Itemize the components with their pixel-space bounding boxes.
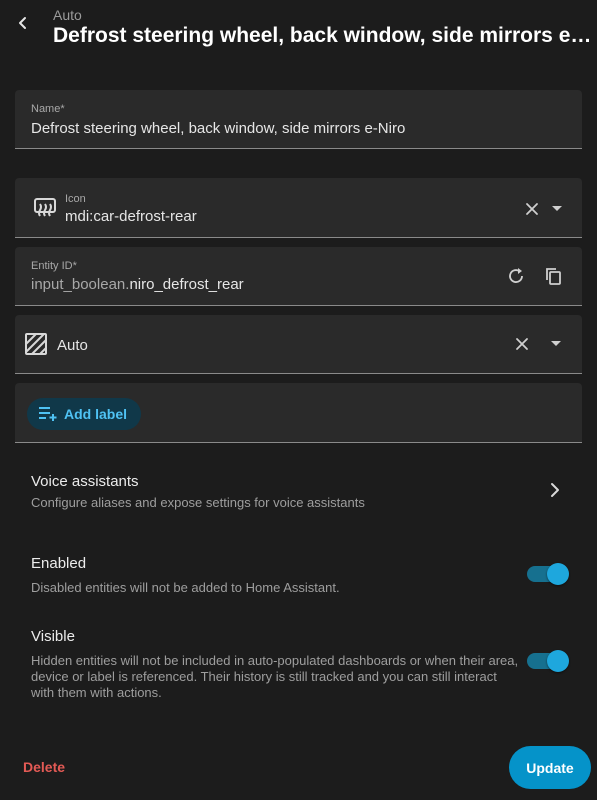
copy-icon (546, 268, 561, 285)
icon-field-value[interactable]: mdi:car-defrost-rear (65, 208, 197, 225)
visible-toggle[interactable] (527, 650, 569, 672)
copy-entity-id-button[interactable] (540, 263, 566, 289)
close-icon (526, 203, 538, 215)
entity-id-field-value[interactable]: input_boolean.niro_defrost_rear (31, 276, 244, 293)
chevron-left-icon (19, 17, 26, 29)
entity-id-field[interactable]: Entity ID* input_boolean.niro_defrost_re… (15, 247, 582, 306)
reset-entity-id-button[interactable] (503, 263, 529, 289)
back-button[interactable] (10, 8, 36, 38)
area-texture-icon (24, 332, 48, 361)
voice-assistants-row[interactable]: Voice assistants Configure aliases and e… (0, 460, 597, 520)
chevron-right-icon (549, 482, 561, 503)
enabled-title: Enabled (31, 555, 87, 572)
delete-button[interactable]: Delete (23, 759, 65, 775)
visible-toggle-knob (547, 650, 569, 672)
top-app-bar: Auto Defrost steering wheel, back window… (0, 0, 597, 60)
enabled-description: Disabled entities will not be added to H… (31, 580, 340, 595)
restore-icon (509, 268, 523, 283)
voice-assistants-title: Voice assistants (31, 473, 139, 490)
add-label-button[interactable]: Add label (27, 398, 141, 430)
name-field[interactable]: Name* Defrost steering wheel, back windo… (15, 90, 582, 149)
labels-field: Add label (15, 383, 582, 443)
enabled-toggle-knob (547, 563, 569, 585)
area-dropdown-button[interactable] (543, 331, 569, 357)
entity-id-field-label: Entity ID* (31, 260, 77, 272)
visible-description: Hidden entities will not be included in … (31, 653, 519, 700)
clear-icon-button[interactable] (519, 196, 545, 222)
icon-field[interactable]: Icon mdi:car-defrost-rear (15, 178, 582, 238)
caret-down-icon (552, 206, 562, 211)
caret-down-icon (551, 341, 561, 346)
entity-id-prefix: input_boolean. (31, 276, 130, 293)
area-field-value[interactable]: Auto (57, 337, 88, 354)
icon-dropdown-button[interactable] (544, 196, 570, 222)
name-field-value[interactable]: Defrost steering wheel, back window, sid… (31, 120, 405, 137)
header-subtitle: Auto (53, 7, 82, 23)
close-icon (516, 338, 528, 350)
area-field[interactable]: Auto (15, 315, 582, 374)
icon-field-label: Icon (65, 193, 86, 205)
enabled-toggle[interactable] (527, 563, 569, 585)
playlist-plus-icon (39, 407, 57, 421)
clear-area-button[interactable] (509, 331, 535, 357)
visible-title: Visible (31, 628, 75, 645)
add-label-text: Add label (64, 406, 128, 422)
update-button[interactable]: Update (509, 746, 591, 789)
entity-id-object: niro_defrost_rear (129, 276, 244, 293)
voice-assistants-description: Configure aliases and expose settings fo… (31, 495, 365, 510)
car-defrost-rear-icon (32, 196, 58, 227)
page-title: Defrost steering wheel, back window, sid… (53, 24, 593, 47)
name-field-label: Name* (31, 103, 65, 115)
